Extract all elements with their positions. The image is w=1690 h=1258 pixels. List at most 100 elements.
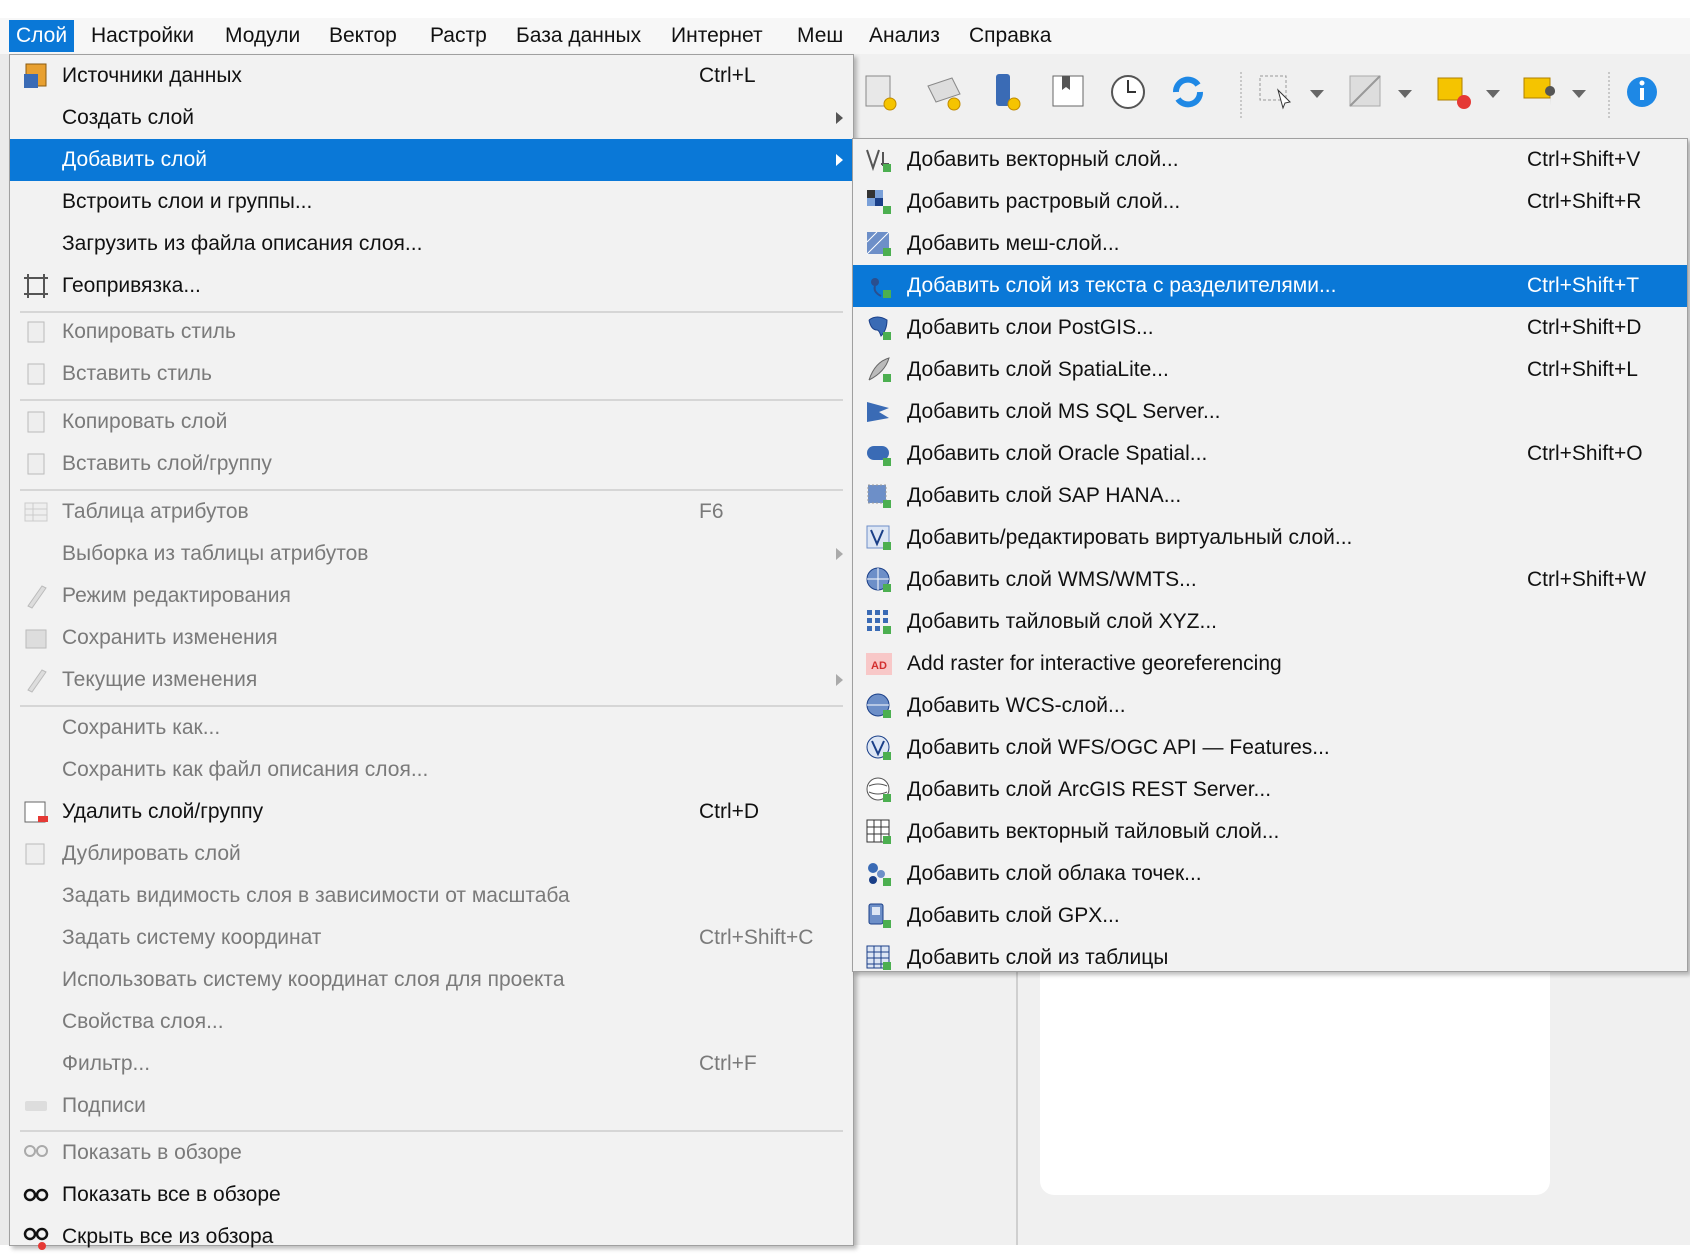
submenu-item-add-georef-raster[interactable]: AD Add raster for interactive georeferen… — [853, 643, 1687, 685]
menu-item-label: Добавить слой MS SQL Server... — [907, 400, 1221, 423]
new-spatialite-icon[interactable] — [988, 72, 1028, 112]
submenu-item-add-wfs[interactable]: Добавить слой WFS/OGC API — Features... — [853, 727, 1687, 769]
menu-item-label: Текущие изменения — [62, 668, 258, 691]
chevron-right-icon — [836, 674, 843, 686]
menu-item-save-as-definition[interactable]: Сохранить как файл описания слоя... — [10, 749, 853, 791]
deselect-icon[interactable] — [1346, 72, 1386, 112]
menu-database[interactable]: База данных — [509, 20, 648, 52]
menu-item-label: Подписи — [62, 1094, 146, 1117]
menu-item-embed-layers[interactable]: Встроить слои и группы... — [10, 181, 853, 223]
menu-web[interactable]: Интернет — [664, 20, 770, 52]
submenu-item-add-arcgis[interactable]: Добавить слой ArcGIS REST Server... — [853, 769, 1687, 811]
sap-hana-icon — [867, 484, 891, 508]
menu-item-filter[interactable]: Фильтр... Ctrl+F — [10, 1043, 853, 1085]
submenu-item-add-wcs[interactable]: Добавить WCS-слой... — [853, 685, 1687, 727]
chevron-down-icon[interactable] — [1572, 90, 1586, 98]
menu-item-save-as[interactable]: Сохранить как... — [10, 707, 853, 749]
menu-item-data-source-manager[interactable]: Источники данных Ctrl+L — [10, 55, 853, 97]
menu-item-label: Добавить слой ArcGIS REST Server... — [907, 778, 1272, 801]
menu-item-set-project-crs[interactable]: Использовать систему координат слоя для … — [10, 959, 853, 1001]
submenu-item-add-vector-tile[interactable]: Добавить векторный тайловый слой... — [853, 811, 1687, 853]
submenu-item-add-postgis[interactable]: Добавить слои PostGIS... Ctrl+Shift+D — [853, 307, 1687, 349]
menu-item-duplicate-layer[interactable]: Дублировать слой — [10, 833, 853, 875]
chevron-right-icon — [836, 548, 843, 560]
menu-item-copy-layer[interactable]: Копировать слой — [10, 401, 853, 443]
attribute-table-icon — [24, 502, 48, 522]
chevron-down-icon[interactable] — [1398, 90, 1412, 98]
menu-item-shortcut: Ctrl+F — [699, 1052, 757, 1075]
submenu-item-add-point-cloud[interactable]: Добавить слой облака точек... — [853, 853, 1687, 895]
submenu-item-add-xyz[interactable]: Добавить тайловый слой XYZ... — [853, 601, 1687, 643]
wms-icon — [866, 567, 891, 592]
submenu-item-add-mesh[interactable]: Добавить меш-слой... — [853, 223, 1687, 265]
menu-item-add-layer[interactable]: Добавить слой — [10, 139, 853, 181]
submenu-item-add-oracle[interactable]: Добавить слой Oracle Spatial... Ctrl+Shi… — [853, 433, 1687, 475]
menu-item-create-layer[interactable]: Создать слой — [10, 97, 853, 139]
menu-item-label: Дублировать слой — [62, 842, 241, 865]
menu-vector[interactable]: Вектор — [322, 20, 404, 52]
chevron-down-icon[interactable] — [1486, 90, 1500, 98]
menu-item-paste-style[interactable]: Вставить стиль — [10, 353, 853, 395]
menu-item-filter-attribute-table[interactable]: Выборка из таблицы атрибутов — [10, 533, 853, 575]
arcgis-icon — [866, 777, 891, 802]
menu-settings[interactable]: Настройки — [84, 20, 201, 52]
submenu-item-add-vector[interactable]: Добавить векторный слой... Ctrl+Shift+V — [853, 139, 1687, 181]
menu-item-shortcut: Ctrl+Shift+L — [1527, 358, 1638, 381]
menu-item-paste-layer[interactable]: Вставить слой/группу — [10, 443, 853, 485]
menu-item-set-crs[interactable]: Задать систему координат Ctrl+Shift+C — [10, 917, 853, 959]
menu-item-layer-properties[interactable]: Свойства слоя... — [10, 1001, 853, 1043]
select-features-icon[interactable] — [1256, 72, 1296, 112]
layer-menu: Источники данных Ctrl+L Создать слой Доб… — [9, 54, 854, 1250]
menu-item-georeferencer[interactable]: Геопривязка... — [10, 265, 853, 307]
menu-item-attribute-table[interactable]: Таблица атрибутов F6 — [10, 491, 853, 533]
submenu-item-add-raster[interactable]: Добавить растровый слой... Ctrl+Shift+R — [853, 181, 1687, 223]
identify-icon[interactable] — [1622, 72, 1662, 112]
new-layer-icon[interactable] — [860, 72, 900, 112]
submenu-item-add-wms[interactable]: Добавить слой WMS/WMTS... Ctrl+Shift+W — [853, 559, 1687, 601]
menu-item-save-edits[interactable]: Сохранить изменения — [10, 617, 853, 659]
menu-help[interactable]: Справка — [962, 20, 1058, 52]
submenu-item-add-table-layer[interactable]: Добавить слой из таблицы — [853, 937, 1687, 979]
menu-item-remove-layer[interactable]: Удалить слой/группу Ctrl+D — [10, 791, 853, 833]
menu-item-show-in-overview[interactable]: Показать в обзоре — [10, 1132, 853, 1174]
menu-item-label: Сохранить как файл описания слоя... — [62, 758, 429, 781]
menu-mesh[interactable]: Меш — [790, 20, 850, 52]
deselect-all-icon[interactable] — [1434, 72, 1474, 112]
submenu-item-add-virtual-layer[interactable]: Добавить/редактировать виртуальный слой.… — [853, 517, 1687, 559]
menu-item-show-all-in-overview[interactable]: Показать все в обзоре — [10, 1174, 853, 1216]
menu-item-hide-all-from-overview[interactable]: Скрыть все из обзора — [10, 1216, 853, 1258]
submenu-item-add-mssql[interactable]: Добавить слой MS SQL Server... — [853, 391, 1687, 433]
menu-plugins[interactable]: Модули — [218, 20, 307, 52]
select-by-location-icon[interactable] — [1520, 72, 1560, 112]
new-bookmark-icon[interactable] — [1048, 72, 1088, 112]
menu-item-scale-visibility[interactable]: Задать видимость слоя в зависимости от м… — [10, 875, 853, 917]
menu-item-current-edits[interactable]: Текущие изменения — [10, 659, 853, 701]
map-panel — [1040, 970, 1550, 1195]
toolbar — [852, 60, 1690, 132]
menu-item-toggle-editing[interactable]: Режим редактирования — [10, 575, 853, 617]
overview-hide-icon — [23, 1227, 49, 1250]
menu-analysis[interactable]: Анализ — [862, 20, 947, 52]
submenu-item-add-delimited-text[interactable]: Добавить слой из текста с разделителями.… — [853, 265, 1687, 307]
submenu-item-add-gpx[interactable]: Добавить слой GPX... — [853, 895, 1687, 937]
refresh-icon[interactable] — [1168, 72, 1208, 112]
new-temp-layer-icon[interactable] — [924, 72, 964, 112]
menu-item-label: Добавить слой SAP HANA... — [907, 484, 1182, 507]
wcs-icon — [866, 693, 891, 718]
temporal-clock-icon[interactable] — [1108, 72, 1148, 112]
submenu-item-add-spatialite[interactable]: Добавить слой SpatiaLite... Ctrl+Shift+L — [853, 349, 1687, 391]
overview-all-icon — [23, 1188, 49, 1202]
menu-raster[interactable]: Растр — [423, 20, 494, 52]
menu-item-shortcut: Ctrl+Shift+C — [699, 926, 814, 949]
menu-item-label: Добавить тайловый слой XYZ... — [907, 610, 1217, 633]
raster-layer-icon — [867, 190, 891, 214]
menu-item-load-from-definition[interactable]: Загрузить из файла описания слоя... — [10, 223, 853, 265]
submenu-item-add-sap-hana[interactable]: Добавить слой SAP HANA... — [853, 475, 1687, 517]
menu-item-labels[interactable]: Подписи — [10, 1085, 853, 1127]
menu-layer[interactable]: Слой — [9, 20, 75, 52]
chevron-down-icon[interactable] — [1310, 90, 1324, 98]
current-edits-icon — [27, 669, 47, 693]
menu-item-copy-style[interactable]: Копировать стиль — [10, 311, 853, 353]
menu-item-label: Показать в обзоре — [62, 1141, 242, 1164]
menu-item-label: Сохранить изменения — [62, 626, 278, 649]
